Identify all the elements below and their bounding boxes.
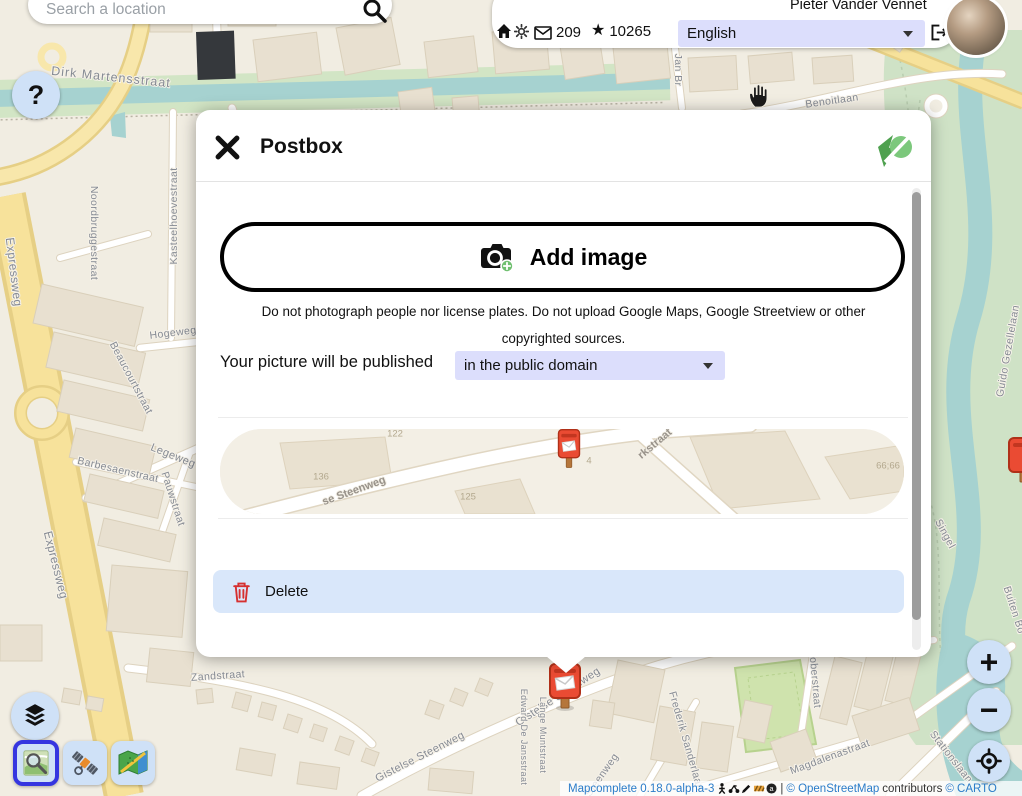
changesets-count: 10265 <box>609 23 651 40</box>
postbox-icon <box>555 429 583 473</box>
gear-icon <box>514 24 529 39</box>
satellite-icon <box>70 748 100 778</box>
license-select[interactable]: in the public domain <box>455 351 725 380</box>
delete-button[interactable]: Delete <box>213 570 904 613</box>
background-layer-osm-button[interactable] <box>13 740 59 786</box>
attribution-bar: Mapcomplete 0.18.0-alpha-3 a | © OpenStr… <box>560 781 1022 796</box>
scooter-icon <box>728 783 740 794</box>
folded-map-icon <box>118 748 148 778</box>
geolocate-button[interactable] <box>968 740 1010 782</box>
mapcomplete-app: Dirk Martensstraat Noordbruggestraat Kas… <box>0 0 1022 796</box>
search-input[interactable] <box>44 0 348 20</box>
location-minimap[interactable]: se Steenweg rkstraat 122 136 125 4 66;66 <box>220 429 904 514</box>
section-divider <box>218 518 908 519</box>
street-label: Jan Br <box>672 54 684 87</box>
dialog-title: Postbox <box>260 135 343 159</box>
delete-label: Delete <box>265 583 308 600</box>
street-label: Noordbruggestraat <box>88 186 100 280</box>
changesets-button[interactable]: ★ 10265 <box>591 22 651 40</box>
mapcomplete-logo-icon <box>875 132 913 175</box>
image-disclaimer: Do not photograph people nor license pla… <box>236 298 891 352</box>
attribution-icons: a <box>717 783 777 794</box>
star-icon: ★ <box>591 22 605 40</box>
zoom-out-button[interactable]: − <box>967 688 1011 732</box>
circle-a-icon: a <box>766 783 777 794</box>
layers-button[interactable] <box>11 692 59 740</box>
minimap-house-number: 125 <box>460 492 476 503</box>
minimap-house-number: 122 <box>387 429 403 440</box>
layers-icon <box>21 702 49 730</box>
hand-cursor-icon <box>746 82 771 109</box>
street-label: Kasteelhoevestraat <box>168 167 180 264</box>
carto-link[interactable]: © CARTO <box>945 783 997 795</box>
language-select[interactable]: English <box>678 20 925 47</box>
close-button[interactable] <box>212 132 243 166</box>
messages-count: 209 <box>556 24 581 41</box>
section-divider <box>218 417 908 418</box>
header-divider <box>196 181 931 182</box>
postbox-dialog: Postbox Add image Do not photograph peop… <box>196 110 931 657</box>
walker-icon <box>717 783 727 794</box>
minimap-house-number: 136 <box>313 472 329 483</box>
camera-plus-icon <box>478 241 516 273</box>
street-label: Edward De Jansstraat <box>519 689 529 786</box>
license-row: Your picture will be published <box>220 353 433 372</box>
plus-icon: + <box>980 642 999 682</box>
help-button[interactable]: ? <box>12 71 60 119</box>
dialog-pointer-tail <box>546 656 586 673</box>
mapcomplete-version-link[interactable]: Mapcomplete 0.18.0-alpha-3 <box>568 783 714 795</box>
zoom-in-button[interactable]: + <box>967 640 1011 684</box>
background-layer-map-button[interactable] <box>111 741 155 785</box>
contributors-text: contributors <box>882 783 942 795</box>
scrollbar-thumb[interactable] <box>912 192 921 620</box>
license-prefix: Your picture will be published <box>220 353 433 371</box>
user-name: Pieter Vander Vennet <box>790 0 927 13</box>
add-image-button[interactable]: Add image <box>220 222 905 292</box>
trash-icon <box>232 581 251 603</box>
search-icon[interactable] <box>362 0 388 24</box>
minus-icon: − <box>980 691 999 729</box>
home-icon <box>496 23 512 39</box>
mail-icon <box>534 26 552 40</box>
add-image-label: Add image <box>530 244 648 271</box>
osm-link[interactable]: © OpenStreetMap <box>786 783 879 795</box>
logout-button[interactable] <box>929 23 948 47</box>
settings-button[interactable] <box>514 24 529 44</box>
question-mark-label: ? <box>28 80 45 111</box>
attribution-divider: | <box>780 783 783 795</box>
postbox-icon <box>1004 436 1022 486</box>
search-bar <box>28 0 392 24</box>
messages-button[interactable]: 209 <box>534 24 581 41</box>
logout-icon <box>929 23 948 42</box>
minimap-house-number: 66;66 <box>876 461 900 472</box>
home-button[interactable] <box>496 23 512 44</box>
construction-icon <box>753 783 765 794</box>
osm-map-icon <box>23 748 49 778</box>
postbox-marker-partial[interactable] <box>1004 436 1022 491</box>
crosshair-icon <box>976 748 1002 774</box>
pencil-icon <box>741 783 752 794</box>
dialog-scrollbar[interactable] <box>912 188 921 650</box>
close-icon <box>214 134 241 161</box>
background-layer-satellite-button[interactable] <box>63 741 107 785</box>
minimap-house-number: 4 <box>586 456 591 467</box>
